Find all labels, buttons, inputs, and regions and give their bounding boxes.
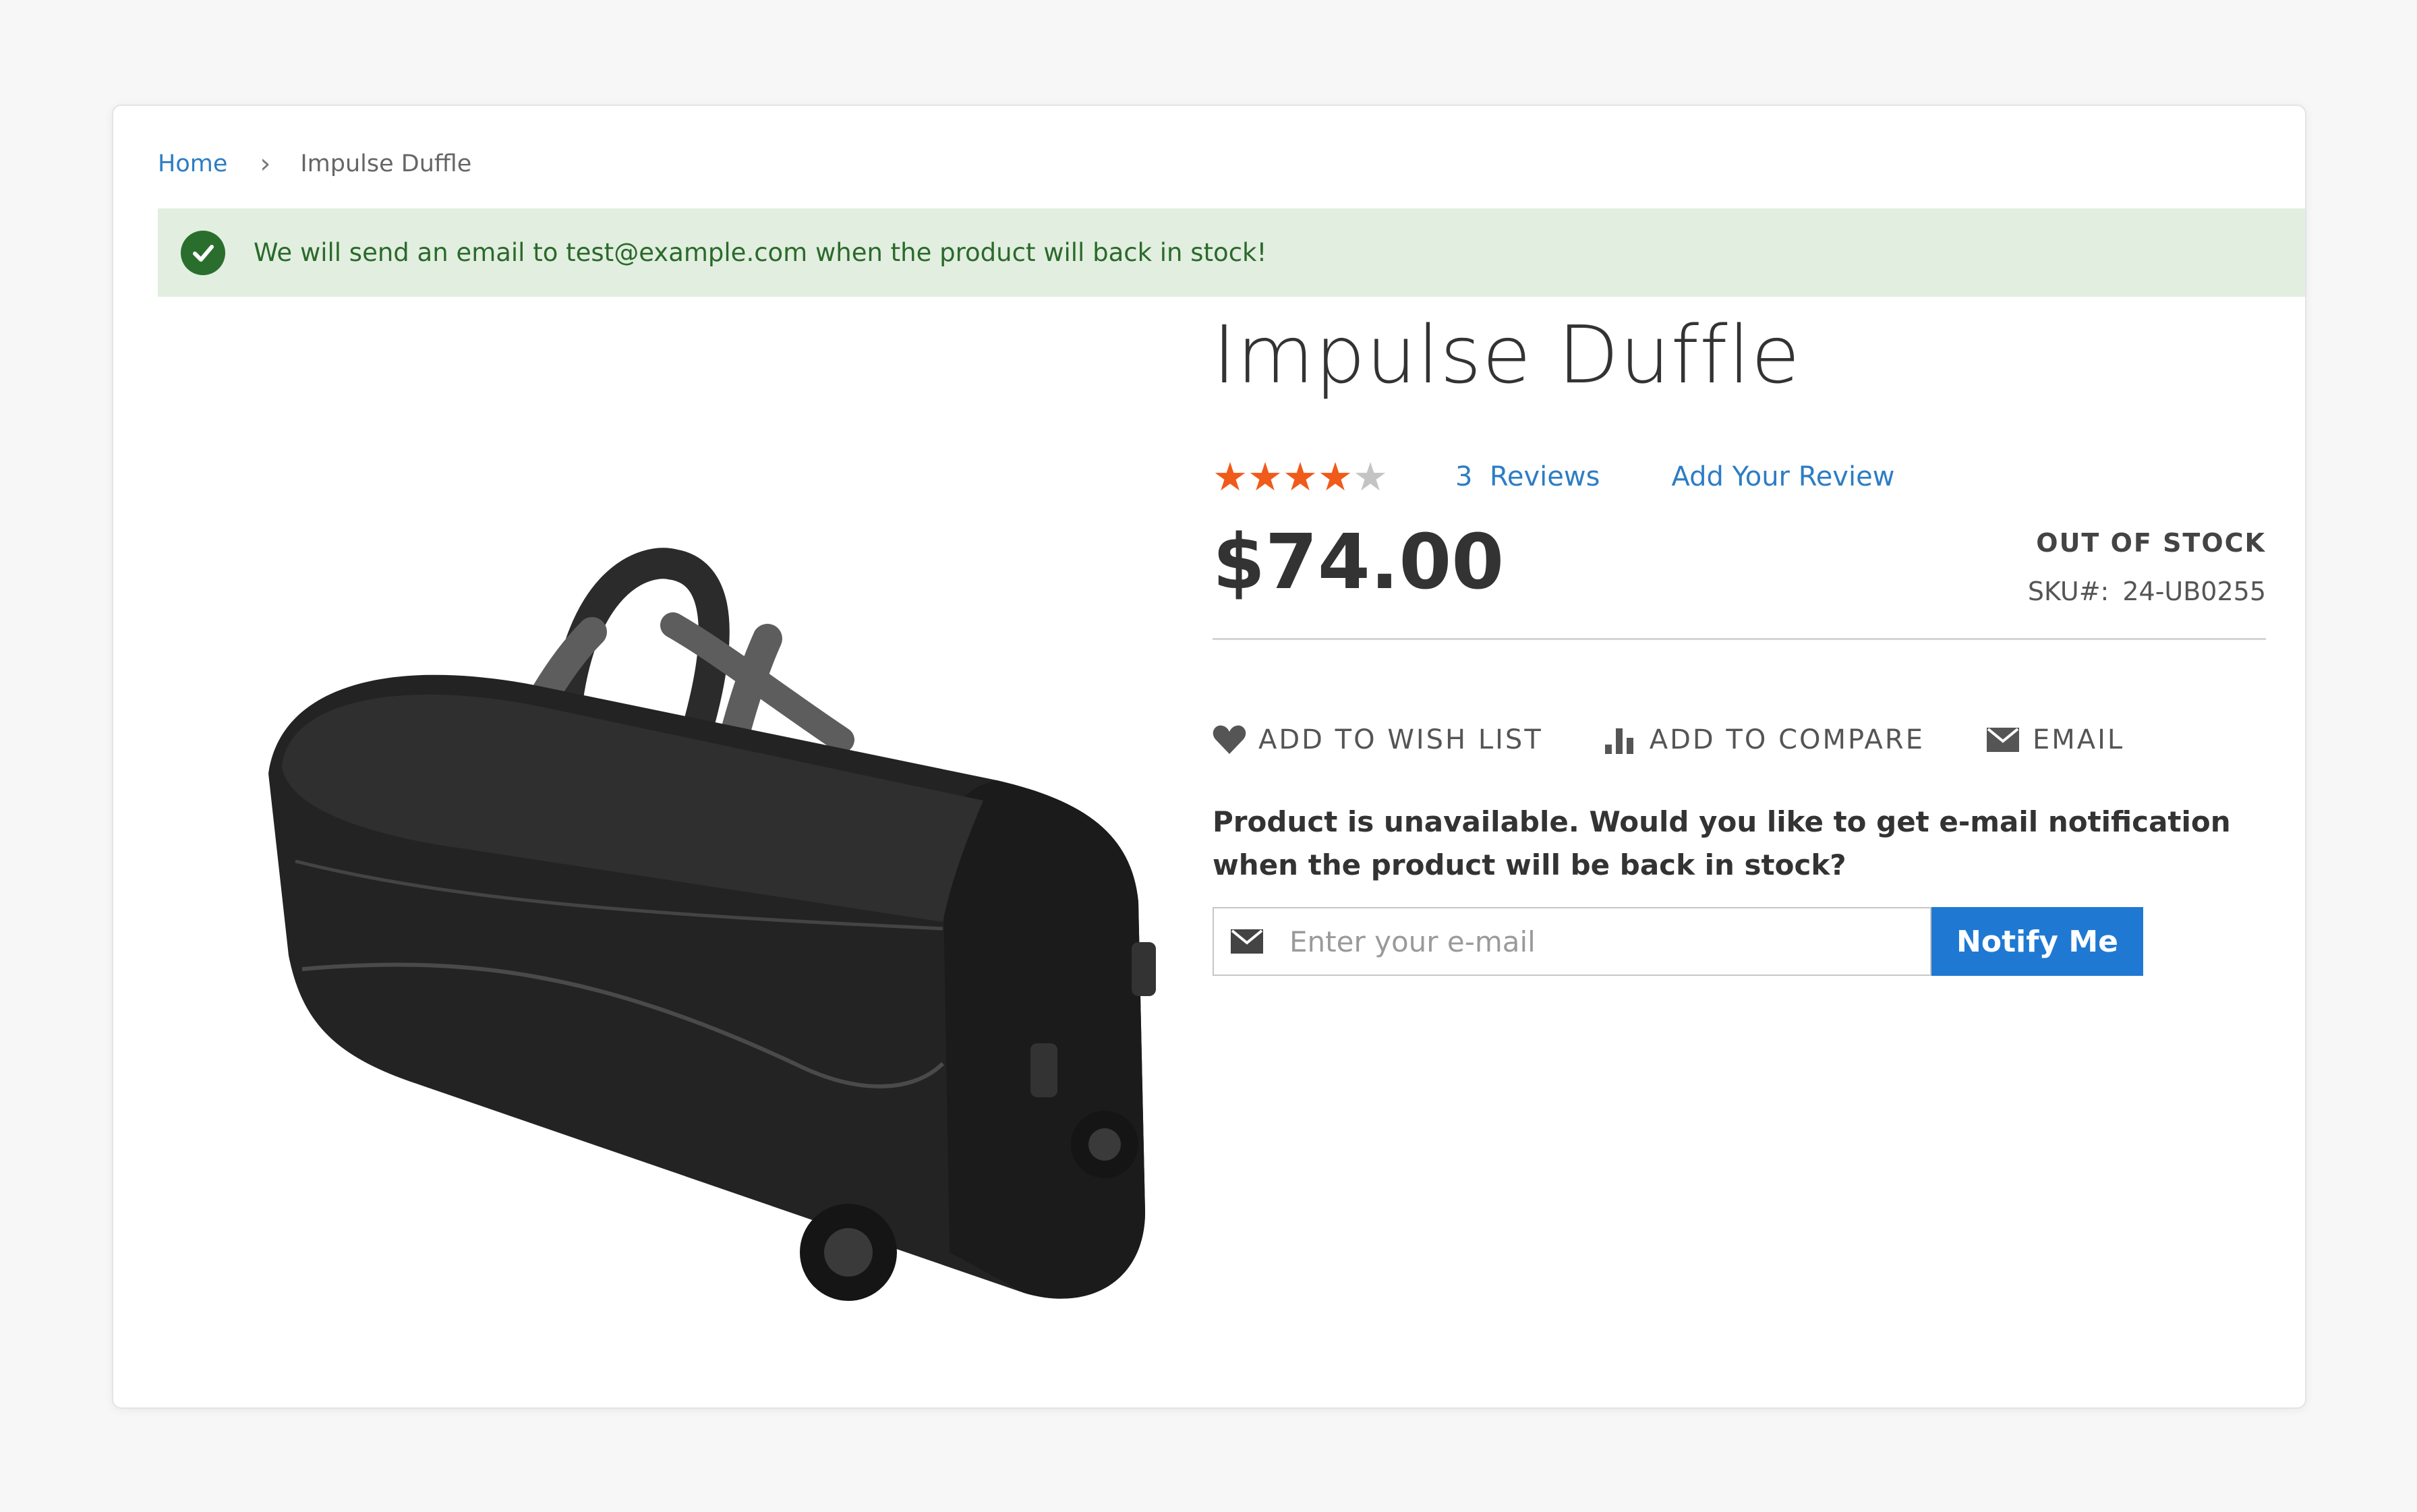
- product-title: Impulse Duffle: [1213, 308, 1801, 401]
- add-review-link[interactable]: Add Your Review: [1671, 461, 1894, 492]
- breadcrumb-separator-icon: ›: [260, 148, 271, 179]
- sku-value: 24-UB0255: [2122, 577, 2266, 606]
- sku: SKU#: 24-UB0255: [2028, 577, 2266, 606]
- sku-label: SKU#:: [2027, 577, 2109, 606]
- bar-chart-icon: [1604, 728, 1633, 754]
- rating-stars: ★ ★ ★ ★ ★: [1213, 457, 1388, 496]
- add-to-compare-button[interactable]: ADD TO COMPARE: [1604, 724, 1925, 755]
- email-input[interactable]: [1288, 924, 1898, 959]
- star-empty-icon: ★: [1353, 454, 1388, 500]
- email-label: EMAIL: [2032, 724, 2125, 755]
- breadcrumb-home-link[interactable]: Home: [158, 150, 227, 177]
- add-to-wishlist-button[interactable]: ADD TO WISH LIST: [1213, 724, 1543, 755]
- star-icon: ★: [1248, 454, 1283, 500]
- product-price: $74.00: [1213, 519, 1505, 606]
- email-button[interactable]: EMAIL: [1985, 724, 2124, 755]
- breadcrumb: Home › Impulse Duffle: [158, 144, 471, 184]
- email-field-wrapper: [1213, 907, 1931, 976]
- star-icon: ★: [1318, 454, 1353, 500]
- stock-status: OUT OF STOCK: [2036, 528, 2266, 558]
- alert-message: We will send an email to test@example.co…: [254, 238, 1267, 267]
- check-circle-icon: [181, 230, 225, 275]
- divider: [1213, 638, 2266, 640]
- heart-icon: [1213, 725, 1246, 754]
- notify-me-button[interactable]: Notify Me: [1931, 907, 2143, 976]
- envelope-icon: [1231, 929, 1263, 954]
- envelope-icon: [1986, 728, 2019, 752]
- star-icon: ★: [1213, 454, 1248, 500]
- product-actions: ADD TO WISH LIST ADD TO COMPARE EMAIL: [1213, 713, 2185, 767]
- product-rating: ★ ★ ★ ★ ★ 3 Reviews Add Your Review: [1213, 450, 1894, 504]
- add-to-wishlist-label: ADD TO WISH LIST: [1258, 724, 1543, 755]
- notify-form: Notify Me: [1213, 907, 2143, 976]
- notify-message: Product is unavailable. Would you like t…: [1213, 805, 2231, 881]
- reviews-link[interactable]: 3 Reviews: [1455, 461, 1600, 492]
- star-icon: ★: [1283, 454, 1318, 500]
- product-card: Home › Impulse Duffle We will send an em…: [112, 105, 2306, 1409]
- product-image: [187, 484, 1240, 1407]
- success-alert: We will send an email to test@example.co…: [158, 208, 2305, 297]
- breadcrumb-current: Impulse Duffle: [300, 150, 472, 177]
- add-to-compare-label: ADD TO COMPARE: [1649, 724, 1925, 755]
